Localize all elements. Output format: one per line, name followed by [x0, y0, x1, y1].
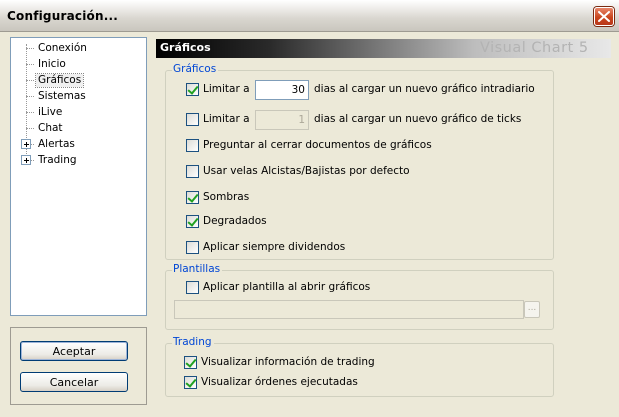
ask-close-checkbox[interactable]	[186, 139, 199, 152]
trading-group	[165, 343, 554, 397]
trading-legend: Trading	[172, 336, 214, 348]
expand-trading-icon[interactable]	[21, 155, 31, 165]
show-trading-info-checkbox[interactable]	[184, 356, 197, 369]
section-title: Gráficos	[160, 41, 211, 54]
limit-ticks-label: Limitar a	[203, 113, 250, 125]
limit-ticks-checkbox[interactable]	[186, 113, 199, 126]
limit-intraday-checkbox[interactable]	[186, 83, 199, 96]
gradients-checkbox[interactable]	[186, 215, 199, 228]
tree-item-graficos[interactable]: Gráficos	[34, 73, 85, 88]
expand-alertas-icon[interactable]	[21, 139, 31, 149]
bull-bear-label: Usar velas Alcistas/Bajistas por defecto	[203, 165, 410, 177]
cancel-button[interactable]: Cancelar	[20, 372, 128, 392]
tree-item-conexion[interactable]: Conexión	[36, 42, 89, 55]
apply-template-label: Aplicar plantilla al abrir gráficos	[203, 281, 371, 293]
tree-item-chat[interactable]: Chat	[36, 122, 65, 135]
limit-ticks-suffix: dias al cargar un nuevo gráfico de ticks	[314, 113, 522, 125]
apply-template-checkbox[interactable]	[186, 281, 199, 294]
tree-line	[26, 112, 34, 114]
tree-item-alertas[interactable]: Alertas	[36, 138, 77, 151]
gradients-label: Degradados	[203, 215, 267, 227]
template-path-input[interactable]	[174, 300, 524, 319]
show-trading-info-label: Visualizar información de trading	[201, 356, 375, 368]
close-icon	[598, 11, 610, 22]
tree-line	[26, 96, 34, 98]
limit-ticks-input[interactable]: 1	[255, 110, 309, 130]
tree-line	[26, 48, 34, 50]
shadows-checkbox[interactable]	[186, 191, 199, 204]
tree-item-trading[interactable]: Trading	[36, 154, 79, 167]
window-title: Configuración...	[7, 9, 118, 23]
tree-line	[26, 64, 34, 66]
tree-line	[26, 80, 34, 82]
limit-intraday-suffix: dias al cargar un nuevo gráfico intradia…	[314, 83, 535, 95]
button-panel: Aceptar Cancelar	[10, 327, 147, 405]
dividends-checkbox[interactable]	[186, 241, 199, 254]
tree-item-sistemas[interactable]: Sistemas	[36, 90, 88, 103]
show-executed-orders-label: Visualizar órdenes ejecutadas	[201, 376, 358, 388]
dividends-label: Aplicar siempre dividendos	[203, 241, 346, 253]
show-executed-orders-checkbox[interactable]	[184, 376, 197, 389]
tree-item-inicio[interactable]: Inicio	[36, 58, 68, 71]
limit-intraday-label: Limitar a	[203, 83, 250, 95]
bull-bear-checkbox[interactable]	[186, 165, 199, 178]
settings-tree[interactable]: Conexión Inicio Gráficos Sistemas iLive …	[10, 37, 147, 316]
tree-item-ilive[interactable]: iLive	[36, 106, 64, 119]
accept-button[interactable]: Aceptar	[20, 341, 128, 361]
close-button[interactable]	[594, 7, 614, 26]
ask-close-label: Preguntar al cerrar documentos de gráfic…	[203, 139, 432, 151]
brand-label: Visual Chart 5	[480, 40, 589, 56]
shadows-label: Sombras	[203, 191, 250, 203]
browse-template-button[interactable]: ...	[524, 301, 540, 318]
tree-line	[26, 128, 34, 130]
limit-intraday-input[interactable]: 30	[255, 80, 309, 100]
graficos-legend: Gráficos	[172, 63, 219, 75]
plantillas-legend: Plantillas	[172, 263, 223, 275]
